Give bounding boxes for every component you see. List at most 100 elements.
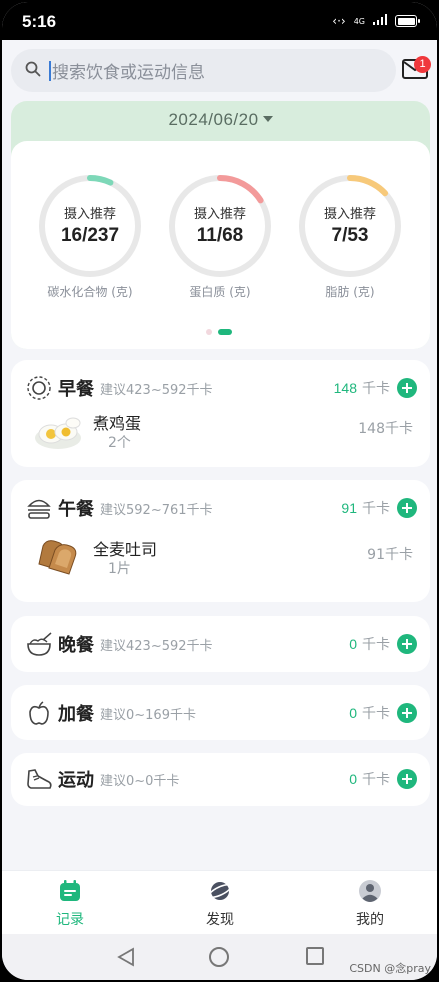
- breakfast-title: 早餐: [58, 379, 94, 400]
- breakfast-kcal-value: 148: [333, 380, 357, 396]
- toast-image: [38, 540, 77, 575]
- watermark: CSDN @念pray: [349, 962, 431, 975]
- macro-fat-label: 摄入推荐: [323, 207, 376, 222]
- exercise-suggest: 建议0~0千卡: [100, 773, 180, 789]
- macro-carbs-value: 16/237: [60, 225, 120, 246]
- breakfast-header: 早餐 建议423~592千卡 148 千卡: [25, 374, 417, 402]
- macro-protein: 摄入推荐 11/68 蛋白质 (克): [167, 173, 273, 300]
- bottom-nav: 记录 发现 我的: [2, 870, 437, 934]
- lunch-title: 午餐: [58, 499, 94, 520]
- food-qty: 1片: [108, 561, 131, 577]
- burger-icon: [25, 494, 53, 522]
- exercise-header: 运动 建议0~0千卡 0 千卡: [25, 765, 417, 793]
- breakfast-card[interactable]: 早餐 建议423~592千卡 148 千卡 煮鸡蛋 2个 148千卡: [11, 360, 430, 467]
- status-icons: ‹·› 4G: [332, 14, 420, 28]
- exercise-card[interactable]: 运动 建议0~0千卡 0 千卡: [11, 753, 430, 806]
- lunch-header: 午餐 建议592~761千卡 91 千卡: [25, 494, 417, 522]
- dropdown-triangle-icon: [262, 116, 273, 122]
- tab-mine[interactable]: 我的: [320, 871, 420, 935]
- tab-mine-label: 我的: [356, 912, 384, 928]
- macro-protein-label: 摄入推荐: [193, 207, 246, 222]
- tab-discover[interactable]: 发现: [170, 871, 270, 935]
- date-card: 2024/06/20 摄入推荐 16/237 碳水化合物 (克) 摄入推荐 11…: [11, 101, 430, 349]
- add-breakfast-button[interactable]: [397, 378, 417, 398]
- phone-frame: 5:16 ‹·› 4G 搜索饮食或运动信息 1 2024/06/20 摄入推荐 …: [0, 0, 439, 982]
- search-placeholder: 搜索饮食或运动信息: [52, 63, 205, 82]
- snack-card[interactable]: 加餐 建议0~169千卡 0 千卡: [11, 685, 430, 740]
- exercise-title: 运动: [58, 770, 94, 791]
- date-picker[interactable]: 2024/06/20: [11, 110, 430, 130]
- search-bar[interactable]: 搜索饮食或运动信息: [11, 49, 396, 92]
- snack-kcal-unit: 千卡: [362, 706, 390, 722]
- add-snack-button[interactable]: [397, 703, 417, 723]
- add-lunch-button[interactable]: [397, 498, 417, 518]
- text-caret: [49, 60, 51, 81]
- macro-panel: 摄入推荐 16/237 碳水化合物 (克) 摄入推荐 11/68 蛋白质 (克)…: [11, 141, 430, 349]
- lunch-kcal-unit: 千卡: [362, 501, 390, 517]
- exercise-kcal-value: 0: [349, 771, 357, 787]
- lunch-card[interactable]: 午餐 建议592~761千卡 91 千卡 全麦吐司 1片 91千卡: [11, 480, 430, 602]
- dinner-suggest: 建议423~592千卡: [100, 638, 213, 654]
- exercise-kcal: 0 千卡: [349, 769, 417, 789]
- food-name: 煮鸡蛋: [93, 414, 142, 433]
- macro-carbs-label: 摄入推荐: [63, 207, 116, 222]
- status-bar: 5:16 ‹·› 4G: [2, 2, 437, 40]
- snack-kcal-value: 0: [349, 705, 357, 721]
- user-icon: [359, 880, 381, 902]
- macro-fat-value: 7/53: [331, 225, 369, 246]
- page-dot-active[interactable]: [218, 329, 232, 335]
- date-text: 2024/06/20: [168, 110, 259, 129]
- macro-fat: 摄入推荐 7/53 脂肪 (克): [297, 173, 403, 300]
- food-kcal: 91千卡: [367, 547, 413, 563]
- add-exercise-button[interactable]: [397, 769, 417, 789]
- tab-discover-label: 发现: [206, 912, 234, 928]
- dinner-kcal-unit: 千卡: [362, 637, 390, 653]
- food-kcal: 148千卡: [358, 421, 413, 437]
- dinner-header: 晚餐 建议423~592千卡 0 千卡: [25, 630, 417, 658]
- tab-record[interactable]: 记录: [20, 871, 120, 935]
- dinner-kcal-value: 0: [349, 636, 357, 652]
- macro-protein-value: 11/68: [196, 225, 244, 246]
- boiled-egg-image: [35, 417, 81, 449]
- page-indicator[interactable]: [206, 329, 232, 335]
- sun-icon: [25, 374, 53, 402]
- signal-label: 4G: [353, 16, 365, 26]
- calendar-icon: [60, 880, 80, 901]
- add-dinner-button[interactable]: [397, 634, 417, 654]
- lunch-kcal: 91 千卡: [341, 498, 417, 518]
- snack-kcal: 0 千卡: [349, 703, 417, 723]
- breakfast-suggest: 建议423~592千卡: [100, 382, 213, 398]
- battery-icon: [395, 15, 420, 27]
- system-nav-bar: CSDN @念pray: [2, 934, 437, 980]
- rice-bowl-icon: [25, 630, 53, 658]
- breakfast-kcal-unit: 千卡: [362, 381, 390, 397]
- food-name: 全麦吐司: [93, 540, 158, 559]
- snack-suggest: 建议0~169千卡: [100, 707, 196, 723]
- breakfast-kcal: 148 千卡: [334, 378, 417, 398]
- dinner-title: 晚餐: [58, 635, 94, 656]
- macro-carbs: 摄入推荐 16/237 碳水化合物 (克): [37, 173, 143, 300]
- dinner-card[interactable]: 晚餐 建议423~592千卡 0 千卡: [11, 616, 430, 672]
- signal-icon: [373, 14, 387, 28]
- macro-protein-caption: 蛋白质 (克): [189, 285, 251, 299]
- food-qty: 2个: [108, 435, 131, 451]
- exercise-kcal-unit: 千卡: [362, 772, 390, 788]
- tab-record-label: 记录: [56, 912, 84, 928]
- apple-icon: [25, 699, 53, 727]
- planet-icon: [208, 882, 232, 900]
- macro-fat-caption: 脂肪 (克): [325, 285, 375, 299]
- dinner-kcal: 0 千卡: [349, 634, 417, 654]
- food-item[interactable]: 全麦吐司 1片 91千卡: [33, 534, 413, 584]
- recent-apps-icon[interactable]: [306, 947, 324, 965]
- search-icon: [25, 61, 41, 81]
- snack-title: 加餐: [58, 704, 94, 725]
- page-dot[interactable]: [206, 329, 212, 335]
- back-icon[interactable]: [116, 947, 136, 967]
- lunch-kcal-value: 91: [341, 500, 357, 516]
- home-icon[interactable]: [209, 947, 229, 967]
- sneaker-icon: [25, 765, 53, 793]
- food-item[interactable]: 煮鸡蛋 2个 148千卡: [33, 408, 413, 458]
- snack-header: 加餐 建议0~169千卡 0 千卡: [25, 699, 417, 727]
- hotspot-icon: ‹·›: [332, 14, 346, 28]
- macro-carbs-caption: 碳水化合物 (克): [47, 285, 133, 299]
